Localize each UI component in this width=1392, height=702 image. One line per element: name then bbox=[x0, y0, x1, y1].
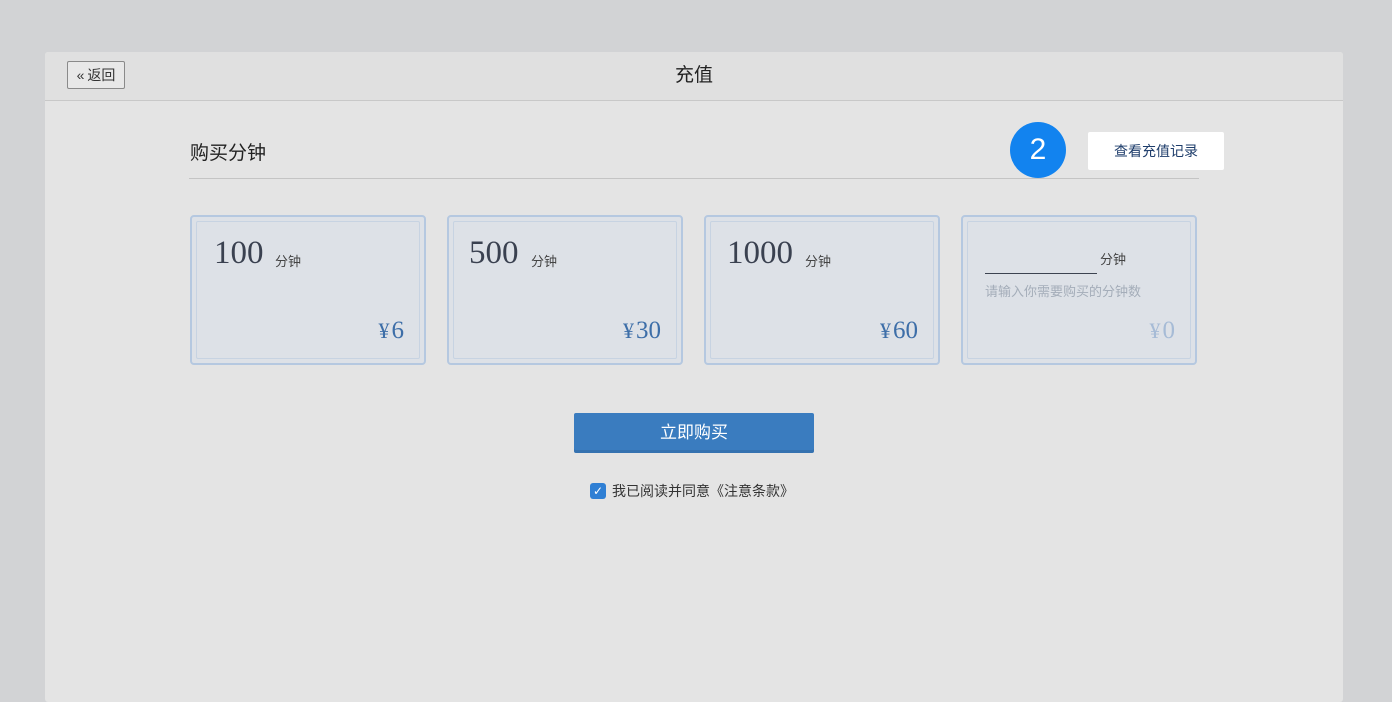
yen-icon: ¥ bbox=[1149, 318, 1161, 343]
header-bar: 充值 « 返回 bbox=[45, 52, 1343, 101]
package-price-value: 6 bbox=[391, 317, 405, 344]
package-price: ¥60 bbox=[880, 317, 918, 345]
package-price: ¥6 bbox=[379, 317, 405, 345]
package-minutes: 500 bbox=[469, 235, 519, 271]
page-title: 充值 bbox=[674, 65, 713, 86]
yen-icon: ¥ bbox=[623, 318, 634, 343]
double-chevron-left-icon: « bbox=[76, 67, 85, 83]
package-card-1000[interactable]: 1000 分钟 ¥60 bbox=[704, 215, 940, 365]
custom-minutes-input[interactable] bbox=[985, 245, 1097, 274]
package-price-value: 30 bbox=[636, 317, 661, 344]
section-divider bbox=[189, 178, 1199, 179]
checkmark-icon: ✓ bbox=[592, 484, 604, 498]
custom-price: ¥0 bbox=[1150, 317, 1176, 345]
package-unit: 分钟 bbox=[531, 254, 558, 269]
package-price-value: 60 bbox=[893, 317, 918, 344]
recharge-panel: 充值 « 返回 购买分钟 2 查看充值记录 100 分钟 ¥6 500 分钟 ¥… bbox=[45, 52, 1343, 702]
package-card-custom[interactable]: 分钟 请输入你需要购买的分钟数 ¥0 bbox=[961, 215, 1197, 365]
custom-unit: 分钟 bbox=[1100, 252, 1127, 267]
package-minutes: 100 bbox=[214, 235, 264, 271]
package-card-100[interactable]: 100 分钟 ¥6 bbox=[190, 215, 426, 365]
package-unit: 分钟 bbox=[805, 254, 832, 269]
yen-icon: ¥ bbox=[378, 318, 390, 343]
section-title: 购买分钟 bbox=[190, 143, 267, 164]
package-unit: 分钟 bbox=[275, 254, 302, 269]
agreement-checkbox[interactable]: ✓ bbox=[590, 483, 606, 499]
step-badge: 2 bbox=[1010, 122, 1066, 178]
back-button[interactable]: « 返回 bbox=[67, 61, 125, 89]
agreement-label[interactable]: 我已阅读并同意《注意条款》 bbox=[612, 481, 794, 501]
yen-icon: ¥ bbox=[880, 318, 891, 343]
package-card-500[interactable]: 500 分钟 ¥30 bbox=[447, 215, 683, 365]
buy-now-button[interactable]: 立即购买 bbox=[574, 413, 814, 453]
view-recharge-history-button[interactable]: 查看充值记录 bbox=[1088, 132, 1224, 170]
package-price: ¥30 bbox=[623, 317, 661, 345]
package-minutes: 1000 bbox=[727, 235, 793, 271]
custom-minutes-hint: 请输入你需要购买的分钟数 bbox=[985, 284, 1142, 299]
custom-price-value: 0 bbox=[1162, 317, 1176, 344]
back-label: 返回 bbox=[87, 67, 116, 83]
agreement-row: ✓ 我已阅读并同意《注意条款》 bbox=[590, 481, 794, 501]
